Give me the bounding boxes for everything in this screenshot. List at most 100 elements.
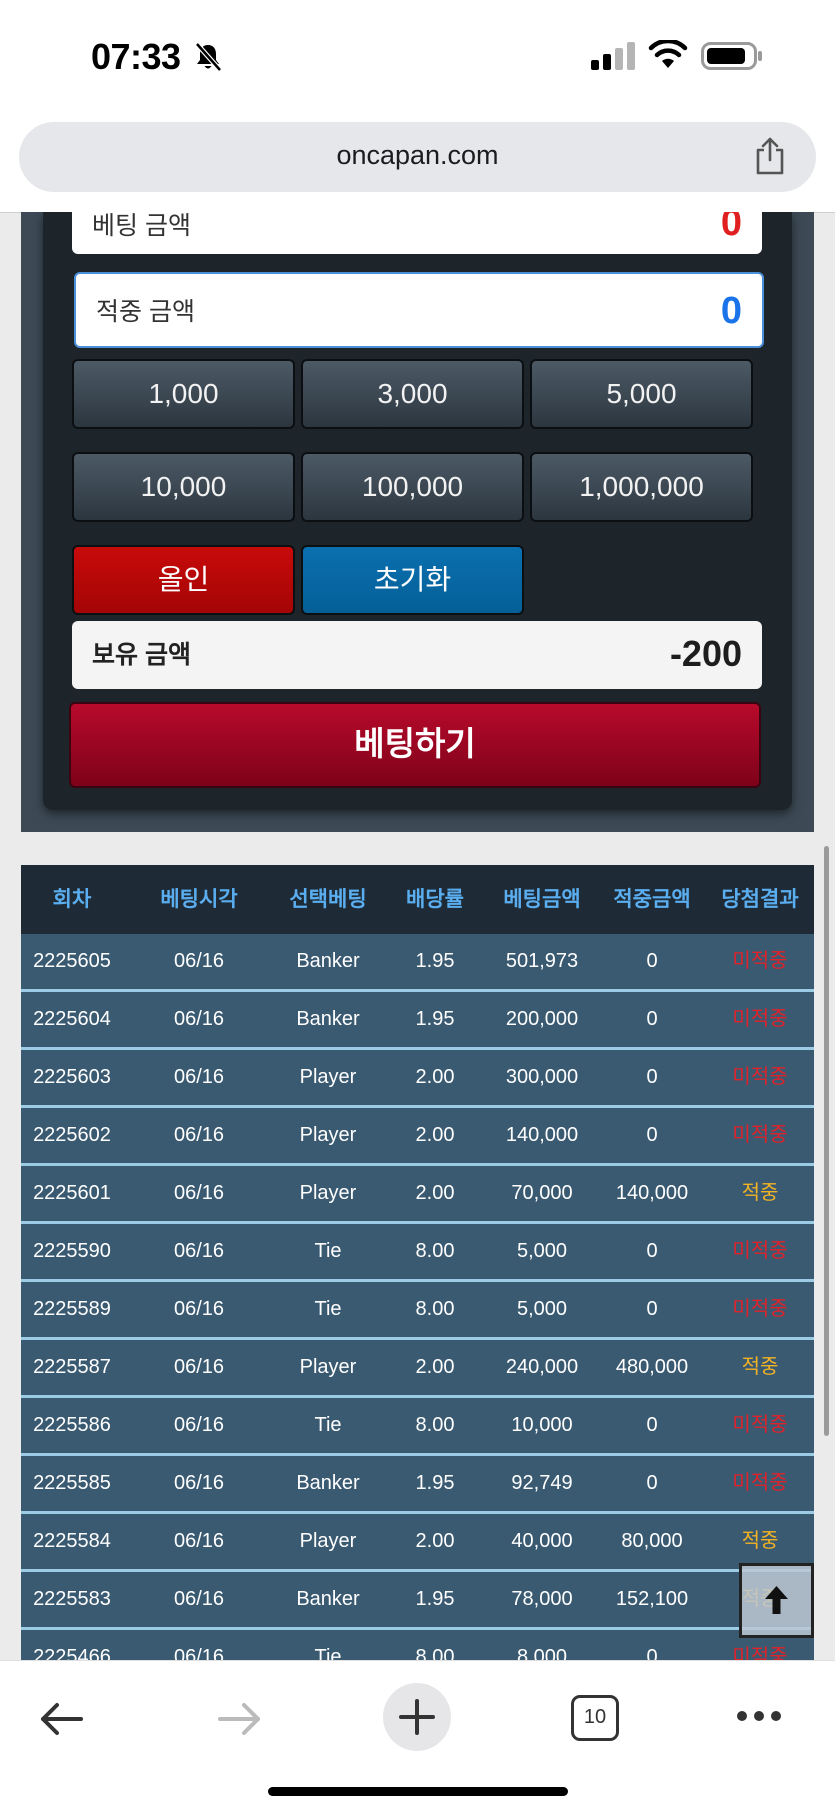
cell-odds: 2.00 [415, 1066, 455, 1088]
table-row: 2225603 06/16 07:29 Player 2.00 300,000 0 미적중 [21, 1050, 814, 1143]
cell-round: 2225466 [33, 1646, 111, 1660]
status-bar: 07:33 [0, 0, 835, 112]
cell-bet-amount: 5,000 [516, 1298, 568, 1320]
amount-button-1000[interactable]: 1,000 [72, 359, 295, 429]
cell-bet-amount: 8,000 [516, 1646, 568, 1660]
table-row: 2225601 06/16 07:26 Player 2.00 70,000 140,00… [21, 1166, 814, 1259]
cell-win-amount: 0 [646, 1414, 658, 1436]
table-row: 2225583 06/16 07:02 Banker 1.95 78,000 152,10… [21, 1572, 814, 1660]
table-body: 2225605 06/16 07:32 Banker 1.95 501,973 0 미적중 2… [21, 934, 814, 1660]
header-odds: 배당률 [406, 888, 464, 911]
bet-history-table: 회차 베팅시각 선택베팅 배당률 베팅금액 적중금액 당첨결과 2225605 06/16 0… [21, 865, 814, 1660]
cell-win-amount: 80,000 [621, 1530, 683, 1552]
more-options-icon[interactable] [735, 1709, 783, 1723]
header-bet-time: 베팅시각 [160, 888, 238, 911]
win-amount-label: 적중 금액 [96, 298, 195, 326]
cell-bet-amount: 40,000 [511, 1530, 573, 1552]
amount-button-10000[interactable]: 10,000 [72, 452, 295, 522]
cell-result: 미적중 [732, 1298, 788, 1320]
cell-round: 2225587 [33, 1356, 111, 1378]
cell-bet-amount: 501,973 [505, 950, 579, 972]
bet-amount-label: 베팅 금액 [92, 212, 191, 240]
cell-bet-time: 06/16 07:12 [173, 1240, 225, 1317]
tabs-count-button[interactable]: 10 [571, 1695, 619, 1741]
table-row: 2225605 06/16 07:32 Banker 1.95 501,973 0 미적중 [21, 934, 814, 1027]
cell-odds: 8.00 [415, 1414, 455, 1436]
table-row: 2225584 06/16 07:03 Player 2.00 40,000 80,000… [21, 1514, 814, 1607]
cell-round: 2225584 [33, 1530, 111, 1552]
cell-result: 미적중 [732, 1472, 788, 1494]
cell-odds: 1.95 [415, 1472, 455, 1494]
cell-result: 미적중 [732, 1066, 788, 1088]
cell-odds: 2.00 [415, 1530, 455, 1552]
cellular-signal-icon [591, 42, 635, 70]
arrow-up-icon [765, 1586, 788, 1614]
cell-odds: 1.95 [415, 1588, 455, 1610]
cell-odds: 8.00 [415, 1298, 455, 1320]
cell-round: 2225605 [33, 950, 111, 972]
cell-win-amount: 0 [646, 1472, 658, 1494]
header-win-amount: 적중금액 [613, 888, 691, 911]
cell-round: 2225603 [33, 1066, 111, 1088]
cell-result: 미적중 [732, 1008, 788, 1030]
amount-button-3000[interactable]: 3,000 [301, 359, 524, 429]
cell-selection: Player [299, 1182, 357, 1204]
cell-selection: Player [299, 1530, 357, 1552]
cell-win-amount: 0 [646, 1240, 658, 1262]
cell-round: 2225604 [33, 1008, 111, 1030]
cell-result: 미적중 [732, 1414, 788, 1436]
cell-odds: 2.00 [415, 1182, 455, 1204]
amount-button-100000[interactable]: 100,000 [301, 452, 524, 522]
table-row: 2225602 06/16 07:27 Player 2.00 140,000 0 미적중 [21, 1108, 814, 1201]
cell-round: 2225586 [33, 1414, 111, 1436]
balance-label: 보유 금액 [92, 641, 191, 669]
cell-odds: 2.00 [415, 1124, 455, 1146]
cell-bet-time: 06/16 07:26 [173, 1182, 225, 1259]
amount-button-5000[interactable]: 5,000 [530, 359, 753, 429]
cell-result: 미적중 [732, 1124, 788, 1146]
bet-panel: 베팅 금액 0 적중 금액 0 1,000 3,000 5,000 10,000… [21, 212, 814, 832]
cell-selection: Player [299, 1066, 357, 1088]
cell-bet-time: 06/16 04:16 [173, 1646, 225, 1660]
bet-form: 베팅 금액 0 적중 금액 0 1,000 3,000 5,000 10,000… [43, 212, 792, 810]
balance-field: 보유 금액 -200 [72, 621, 762, 689]
reset-button[interactable]: 초기화 [301, 545, 524, 615]
cell-round: 2225590 [33, 1240, 111, 1262]
cell-bet-time: 06/16 07:31 [173, 1008, 225, 1085]
table-row: 222546606/16 04:16Tie8.008,0000미적중 [21, 1630, 814, 1660]
cell-result: 미적중 [732, 950, 788, 972]
all-in-button[interactable]: 올인 [72, 545, 295, 615]
table-row: 2225587 06/16 07:07 Player 2.00 240,000 480,0… [21, 1340, 814, 1433]
address-bar[interactable]: oncapan.com [19, 122, 816, 192]
bell-slash-icon [195, 42, 222, 72]
forward-arrow-icon[interactable] [216, 1699, 264, 1739]
cell-bet-amount: 240,000 [505, 1356, 579, 1378]
cell-win-amount: 0 [646, 1298, 658, 1320]
cell-bet-time: 06/16 07:03 [173, 1530, 225, 1607]
home-indicator [268, 1787, 568, 1796]
cell-bet-time: 06/16 07:32 [173, 950, 225, 1027]
cell-selection: Banker [296, 950, 360, 972]
scrollbar[interactable] [824, 846, 829, 1436]
back-arrow-icon[interactable] [37, 1699, 85, 1739]
new-tab-icon[interactable] [381, 1681, 453, 1753]
amount-button-1000000[interactable]: 1,000,000 [530, 452, 753, 522]
cell-selection: Tie [314, 1646, 342, 1660]
scroll-top-button[interactable] [739, 1563, 814, 1638]
share-icon[interactable] [752, 136, 788, 176]
cell-bet-amount: 5,000 [516, 1240, 568, 1262]
cell-win-amount: 0 [646, 1646, 658, 1660]
cell-bet-time: 06/16 07:10 [173, 1298, 225, 1375]
cell-win-amount: 152,100 [615, 1588, 689, 1610]
cell-round: 2225589 [33, 1298, 111, 1320]
cell-result: 미적중 [732, 1240, 788, 1262]
cell-selection: Tie [314, 1240, 342, 1262]
cell-selection: Player [299, 1124, 357, 1146]
cell-round: 2225602 [33, 1124, 111, 1146]
page-content: 베팅 금액 0 적중 금액 0 1,000 3,000 5,000 10,000… [0, 212, 835, 1660]
cell-win-amount: 0 [646, 1008, 658, 1030]
cell-round: 2225601 [33, 1182, 111, 1204]
cell-bet-time: 06/16 07:07 [173, 1356, 225, 1433]
place-bet-button[interactable]: 베팅하기 [69, 702, 761, 788]
header-result: 당첨결과 [721, 888, 799, 911]
